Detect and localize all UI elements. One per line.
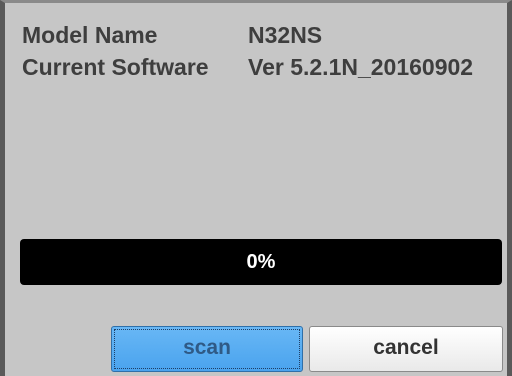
model-name-value: N32NS bbox=[248, 22, 323, 48]
current-software-value: Ver 5.2.1N_20160902 bbox=[248, 54, 474, 80]
current-software-label: Current Software bbox=[22, 54, 209, 80]
progress-percent-text: 0% bbox=[246, 251, 276, 273]
scan-button[interactable]: scan bbox=[111, 326, 303, 372]
cancel-button[interactable]: cancel bbox=[309, 326, 503, 372]
progress-bar: 0% bbox=[20, 239, 502, 285]
model-name-label: Model Name bbox=[22, 22, 158, 48]
software-update-dialog: Model Name N32NS Current Software Ver 5.… bbox=[0, 0, 512, 376]
